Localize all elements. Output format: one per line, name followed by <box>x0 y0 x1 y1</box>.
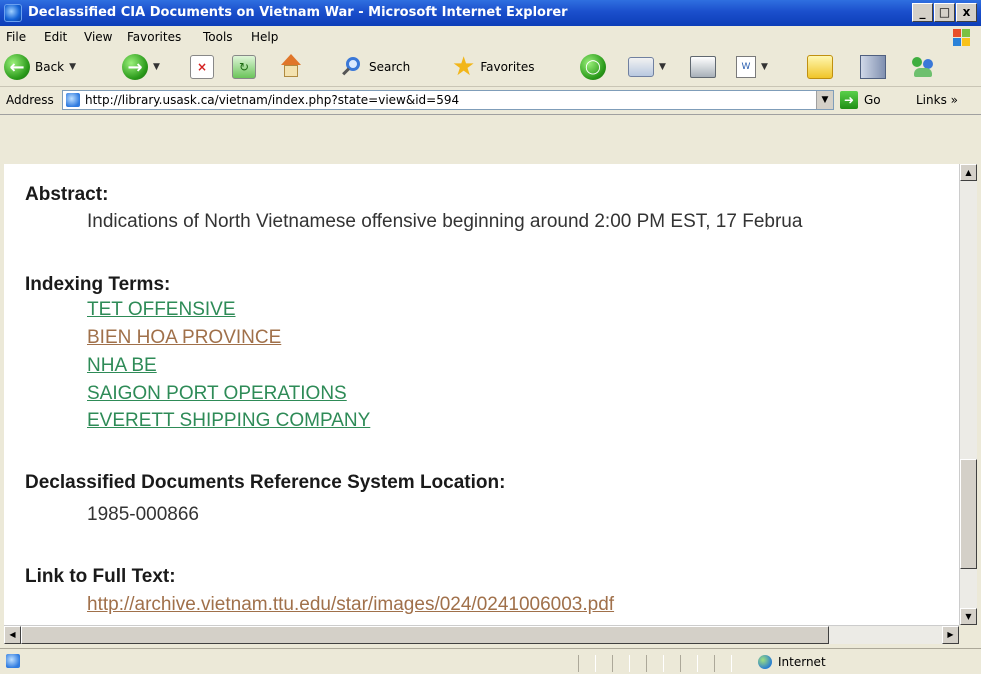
messenger-button[interactable] <box>910 52 936 82</box>
scroll-up-icon[interactable]: ▲ <box>960 164 977 181</box>
minimize-button[interactable]: _ <box>912 3 933 22</box>
mail-dropdown-icon[interactable]: ▼ <box>659 62 666 72</box>
go-arrow-icon: ➜ <box>840 91 858 109</box>
menu-view[interactable]: View <box>84 30 112 44</box>
full-text-heading: Link to Full Text: <box>25 566 176 587</box>
discuss-button[interactable] <box>807 52 833 82</box>
edit-button[interactable]: W ▼ <box>736 52 768 82</box>
history-icon: ◯ <box>580 54 606 80</box>
status-page-icon <box>6 654 20 668</box>
stop-button[interactable]: × <box>190 52 214 82</box>
refresh-icon: ↻ <box>232 55 256 79</box>
status-panel <box>578 655 596 672</box>
windows-logo-icon <box>941 26 977 48</box>
page-viewport[interactable]: Abstract: Indications of North Vietnames… <box>4 164 959 625</box>
stop-icon: × <box>190 55 214 79</box>
menu-bar: File Edit View Favorites Tools Help <box>0 26 981 49</box>
indexing-terms-heading: Indexing Terms: <box>25 274 171 295</box>
horizontal-scrollbar[interactable]: ◀ ▶ <box>4 625 959 644</box>
indexing-term-link[interactable]: EVERETT SHIPPING COMPANY <box>87 410 370 432</box>
research-button[interactable] <box>860 52 886 82</box>
links-button[interactable]: Links » <box>916 93 958 107</box>
forward-dropdown-icon[interactable]: ▼ <box>153 62 160 72</box>
scroll-left-icon[interactable]: ◀ <box>4 626 21 644</box>
back-button[interactable]: ← Back ▼ <box>4 52 76 82</box>
back-dropdown-icon[interactable]: ▼ <box>69 62 76 72</box>
menu-edit[interactable]: Edit <box>44 30 67 44</box>
scroll-right-icon[interactable]: ▶ <box>942 626 959 644</box>
full-text-link[interactable]: http://archive.vietnam.ttu.edu/star/imag… <box>87 594 614 616</box>
address-url[interactable]: http://library.usask.ca/vietnam/index.ph… <box>85 93 459 107</box>
history-button[interactable]: ◯ <box>580 52 606 82</box>
abstract-heading: Abstract: <box>25 184 109 205</box>
status-panel <box>612 655 630 672</box>
zone-label: Internet <box>778 655 826 669</box>
mail-button[interactable]: ▼ <box>628 52 666 82</box>
maximize-button[interactable]: □ <box>934 3 955 22</box>
browser-window: Declassified CIA Documents on Vietnam Wa… <box>0 0 981 674</box>
window-title: Declassified CIA Documents on Vietnam Wa… <box>28 5 568 20</box>
address-bar: Address http://library.usask.ca/vietnam/… <box>0 87 981 115</box>
ddrs-location-heading: Declassified Documents Reference System … <box>25 472 506 493</box>
indexing-term-link[interactable]: NHA BE <box>87 355 157 377</box>
refresh-button[interactable]: ↻ <box>232 52 256 82</box>
scroll-corner <box>959 625 977 644</box>
star-icon: ★ <box>452 52 476 82</box>
horizontal-scroll-thumb[interactable] <box>21 626 829 644</box>
window-controls: _ □ x <box>912 3 977 22</box>
menu-tools[interactable]: Tools <box>203 30 233 44</box>
search-label: Search <box>369 60 411 74</box>
back-arrow-icon: ← <box>4 54 30 80</box>
vertical-scroll-thumb[interactable] <box>960 459 977 569</box>
research-icon <box>860 55 886 79</box>
internet-globe-icon <box>758 655 772 669</box>
word-edit-icon: W <box>736 56 756 78</box>
home-button[interactable] <box>278 52 304 82</box>
close-button[interactable]: x <box>956 3 977 22</box>
indexing-term-link[interactable]: BIEN HOA PROVINCE <box>87 327 281 349</box>
status-panel <box>680 655 698 672</box>
security-zone: Internet <box>758 655 826 669</box>
document-body: Abstract: Indications of North Vietnames… <box>25 164 959 625</box>
scroll-down-icon[interactable]: ▼ <box>960 608 977 625</box>
favorites-label: Favorites <box>480 60 535 74</box>
status-panel <box>646 655 664 672</box>
search-icon <box>340 55 364 79</box>
address-dropdown-icon[interactable]: ▼ <box>816 91 833 109</box>
mail-icon <box>628 57 654 77</box>
ie-app-icon <box>4 4 22 22</box>
address-label: Address <box>6 93 54 107</box>
search-button[interactable]: Search <box>340 52 410 82</box>
forward-button[interactable]: → ▼ <box>122 52 160 82</box>
home-icon <box>278 54 304 80</box>
indexing-term-link[interactable]: SAIGON PORT OPERATIONS <box>87 383 347 405</box>
toolbar: ← Back ▼ → ▼ × ↻ Search ★ Favorites ◯ ▼ … <box>0 48 981 87</box>
favorites-button[interactable]: ★ Favorites <box>452 52 535 82</box>
back-label: Back <box>35 60 65 74</box>
ddrs-location-value: 1985-000866 <box>87 504 199 525</box>
forward-arrow-icon: → <box>122 54 148 80</box>
go-button[interactable]: ➜ Go <box>840 91 881 109</box>
menu-help[interactable]: Help <box>251 30 278 44</box>
abstract-text: Indications of North Vietnamese offensiv… <box>87 211 803 232</box>
menu-favorites[interactable]: Favorites <box>127 30 181 44</box>
menu-file[interactable]: File <box>6 30 26 44</box>
title-bar[interactable]: Declassified CIA Documents on Vietnam Wa… <box>0 0 981 26</box>
status-panel <box>714 655 732 672</box>
vertical-scrollbar[interactable]: ▲ ▼ <box>959 164 977 625</box>
page-icon <box>66 93 80 107</box>
edit-dropdown-icon[interactable]: ▼ <box>761 62 768 72</box>
folder-icon <box>807 55 833 79</box>
print-icon <box>690 56 716 78</box>
go-label: Go <box>864 93 881 107</box>
indexing-term-link[interactable]: TET OFFENSIVE <box>87 299 236 321</box>
status-bar: Internet <box>0 648 981 674</box>
address-input[interactable]: http://library.usask.ca/vietnam/index.ph… <box>62 90 834 110</box>
print-button[interactable] <box>690 52 716 82</box>
messenger-icon <box>910 55 936 79</box>
